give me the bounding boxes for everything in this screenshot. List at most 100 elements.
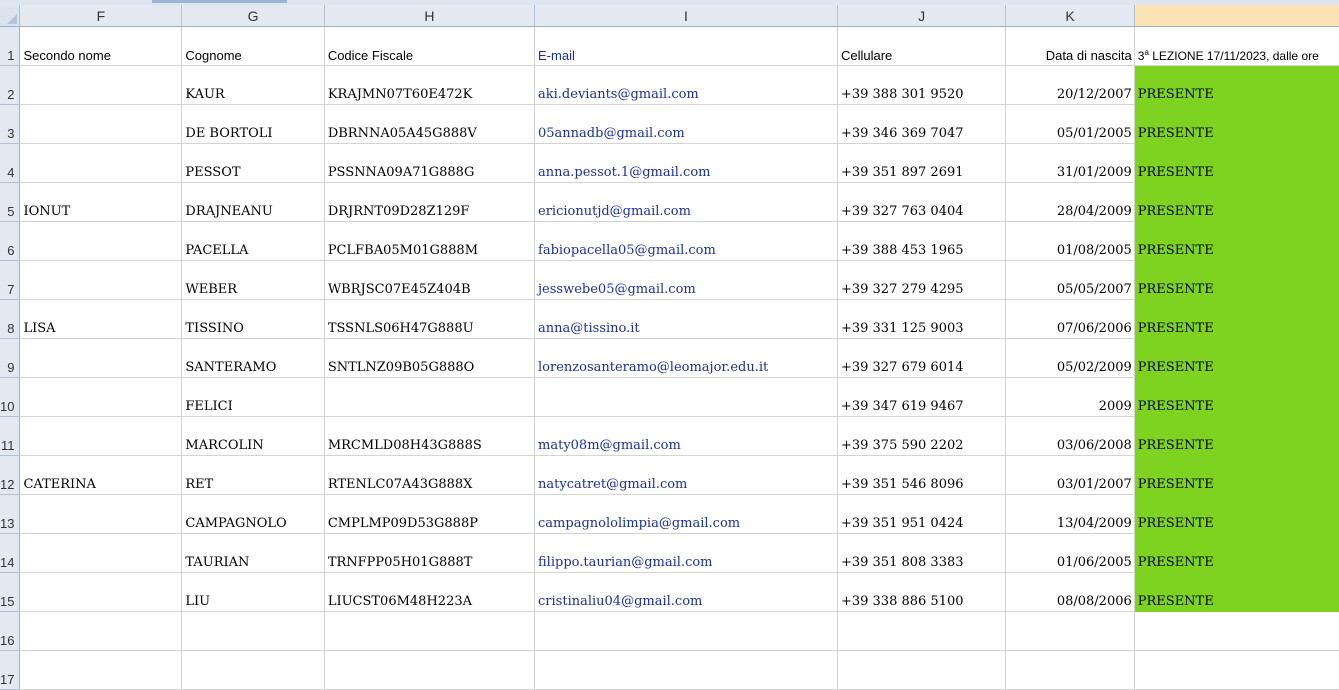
email-cell[interactable]: anna.pessot.1@gmail.com [534, 143, 838, 183]
cognome-cell[interactable]: SANTERAMO [181, 338, 325, 378]
cognome-cell[interactable] [181, 611, 325, 651]
column-header-L[interactable] [1134, 5, 1339, 27]
row-header[interactable]: 16 [0, 611, 21, 651]
cellulare-cell[interactable]: +39 351 897 2691 [837, 143, 1007, 183]
data-nascita-cell[interactable]: 20/12/2007 [1005, 65, 1135, 105]
codice-fiscale-cell[interactable] [324, 611, 536, 651]
data-nascita-cell[interactable]: 03/06/2008 [1005, 416, 1135, 456]
cognome-cell[interactable]: DE BORTOLI [181, 104, 325, 144]
secondo-nome-cell[interactable] [19, 533, 183, 573]
column-header-G[interactable]: G [181, 5, 325, 27]
codice-fiscale-cell[interactable]: PSSNNA09A71G888G [324, 143, 536, 183]
data-nascita-cell[interactable]: 01/08/2005 [1005, 221, 1135, 261]
row-header[interactable]: 11 [0, 416, 21, 456]
secondo-nome-cell[interactable] [19, 143, 183, 183]
codice-fiscale-cell[interactable]: PCLFBA05M01G888M [324, 221, 536, 261]
cellulare-cell[interactable]: +39 327 763 0404 [837, 182, 1007, 222]
column-header-H[interactable]: H [324, 5, 536, 27]
codice-fiscale-cell[interactable]: WBRJSC07E45Z404B [324, 260, 536, 300]
secondo-nome-cell[interactable] [19, 650, 183, 690]
cellulare-cell[interactable]: +39 327 279 4295 [837, 260, 1007, 300]
codice-fiscale-cell[interactable]: Codice Fiscale [324, 26, 536, 66]
presenza-cell[interactable]: PRESENTE [1134, 104, 1339, 144]
row-header[interactable]: 1 [0, 26, 21, 66]
cellulare-cell[interactable]: +39 351 951 0424 [837, 494, 1007, 534]
cellulare-cell[interactable]: +39 351 808 3383 [837, 533, 1007, 573]
cognome-cell[interactable]: RET [181, 455, 325, 495]
presenza-cell[interactable]: PRESENTE [1134, 221, 1339, 261]
cognome-cell[interactable]: TISSINO [181, 299, 325, 339]
secondo-nome-cell[interactable] [19, 572, 183, 612]
presenza-cell[interactable]: PRESENTE [1134, 455, 1339, 495]
column-header-I[interactable]: I [534, 5, 838, 27]
cognome-cell[interactable]: PACELLA [181, 221, 325, 261]
codice-fiscale-cell[interactable]: TRNFPP05H01G888T [324, 533, 536, 573]
codice-fiscale-cell[interactable]: LIUCST06M48H223A [324, 572, 536, 612]
cellulare-cell[interactable] [837, 650, 1007, 690]
secondo-nome-cell[interactable] [19, 377, 183, 417]
email-cell[interactable]: lorenzosanteramo@leomajor.edu.it [534, 338, 838, 378]
presenza-cell[interactable] [1134, 611, 1339, 651]
cognome-cell[interactable]: CAMPAGNOLO [181, 494, 325, 534]
row-header[interactable]: 4 [0, 143, 21, 183]
cognome-cell[interactable]: Cognome [181, 26, 325, 66]
presenza-cell[interactable]: 3a LEZIONE 17/11/2023, dalle ore [1134, 26, 1339, 66]
cellulare-cell[interactable] [837, 611, 1007, 651]
cognome-cell[interactable]: WEBER [181, 260, 325, 300]
secondo-nome-cell[interactable]: LISA [19, 299, 183, 339]
row-header[interactable]: 8 [0, 299, 21, 339]
secondo-nome-cell[interactable] [19, 221, 183, 261]
cellulare-cell[interactable]: +39 351 546 8096 [837, 455, 1007, 495]
cognome-cell[interactable]: FELICI [181, 377, 325, 417]
row-header[interactable]: 14 [0, 533, 21, 573]
email-cell[interactable] [534, 650, 838, 690]
cognome-cell[interactable]: LIU [181, 572, 325, 612]
row-header[interactable]: 6 [0, 221, 21, 261]
email-cell[interactable]: anna@tissino.it [534, 299, 838, 339]
secondo-nome-cell[interactable] [19, 416, 183, 456]
presenza-cell[interactable]: PRESENTE [1134, 338, 1339, 378]
secondo-nome-cell[interactable] [19, 338, 183, 378]
presenza-cell[interactable]: PRESENTE [1134, 416, 1339, 456]
cognome-cell[interactable]: DRAJNEANU [181, 182, 325, 222]
cellulare-cell[interactable]: +39 347 619 9467 [837, 377, 1007, 417]
cellulare-cell[interactable]: +39 388 453 1965 [837, 221, 1007, 261]
email-cell[interactable]: campagnololimpia@gmail.com [534, 494, 838, 534]
data-nascita-cell[interactable] [1005, 650, 1135, 690]
presenza-cell[interactable]: PRESENTE [1134, 299, 1339, 339]
cellulare-cell[interactable]: +39 388 301 9520 [837, 65, 1007, 105]
email-cell[interactable]: fabiopacella05@gmail.com [534, 221, 838, 261]
select-all-corner[interactable] [0, 5, 21, 27]
data-nascita-cell[interactable] [1005, 611, 1135, 651]
presenza-cell[interactable]: PRESENTE [1134, 65, 1339, 105]
secondo-nome-cell[interactable] [19, 494, 183, 534]
data-nascita-cell[interactable]: 13/04/2009 [1005, 494, 1135, 534]
codice-fiscale-cell[interactable] [324, 650, 536, 690]
data-nascita-cell[interactable]: Data di nascita [1005, 26, 1135, 66]
column-header-K[interactable]: K [1005, 5, 1135, 27]
email-cell[interactable]: maty08m@gmail.com [534, 416, 838, 456]
email-cell[interactable]: cristinaliu04@gmail.com [534, 572, 838, 612]
email-cell[interactable]: filippo.taurian@gmail.com [534, 533, 838, 573]
row-header[interactable]: 12 [0, 455, 21, 495]
codice-fiscale-cell[interactable]: DRJRNT09D28Z129F [324, 182, 536, 222]
data-nascita-cell[interactable]: 03/01/2007 [1005, 455, 1135, 495]
cognome-cell[interactable]: PESSOT [181, 143, 325, 183]
row-header[interactable]: 5 [0, 182, 21, 222]
presenza-cell[interactable] [1134, 650, 1339, 690]
codice-fiscale-cell[interactable]: MRCMLD08H43G888S [324, 416, 536, 456]
data-nascita-cell[interactable]: 01/06/2005 [1005, 533, 1135, 573]
secondo-nome-cell[interactable]: Secondo nome [19, 26, 183, 66]
codice-fiscale-cell[interactable]: TSSNLS06H47G888U [324, 299, 536, 339]
secondo-nome-cell[interactable] [19, 65, 183, 105]
data-nascita-cell[interactable]: 05/05/2007 [1005, 260, 1135, 300]
presenza-cell[interactable]: PRESENTE [1134, 494, 1339, 534]
row-header[interactable]: 3 [0, 104, 21, 144]
codice-fiscale-cell[interactable]: RTENLC07A43G888X [324, 455, 536, 495]
cellulare-cell[interactable]: +39 327 679 6014 [837, 338, 1007, 378]
column-header-F[interactable]: F [19, 5, 183, 27]
secondo-nome-cell[interactable] [19, 260, 183, 300]
cellulare-cell[interactable]: +39 331 125 9003 [837, 299, 1007, 339]
codice-fiscale-cell[interactable] [324, 377, 536, 417]
spreadsheet-grid[interactable]: F G H I J K 1 Secondo nome Cognome Codice F… [0, 5, 1339, 690]
